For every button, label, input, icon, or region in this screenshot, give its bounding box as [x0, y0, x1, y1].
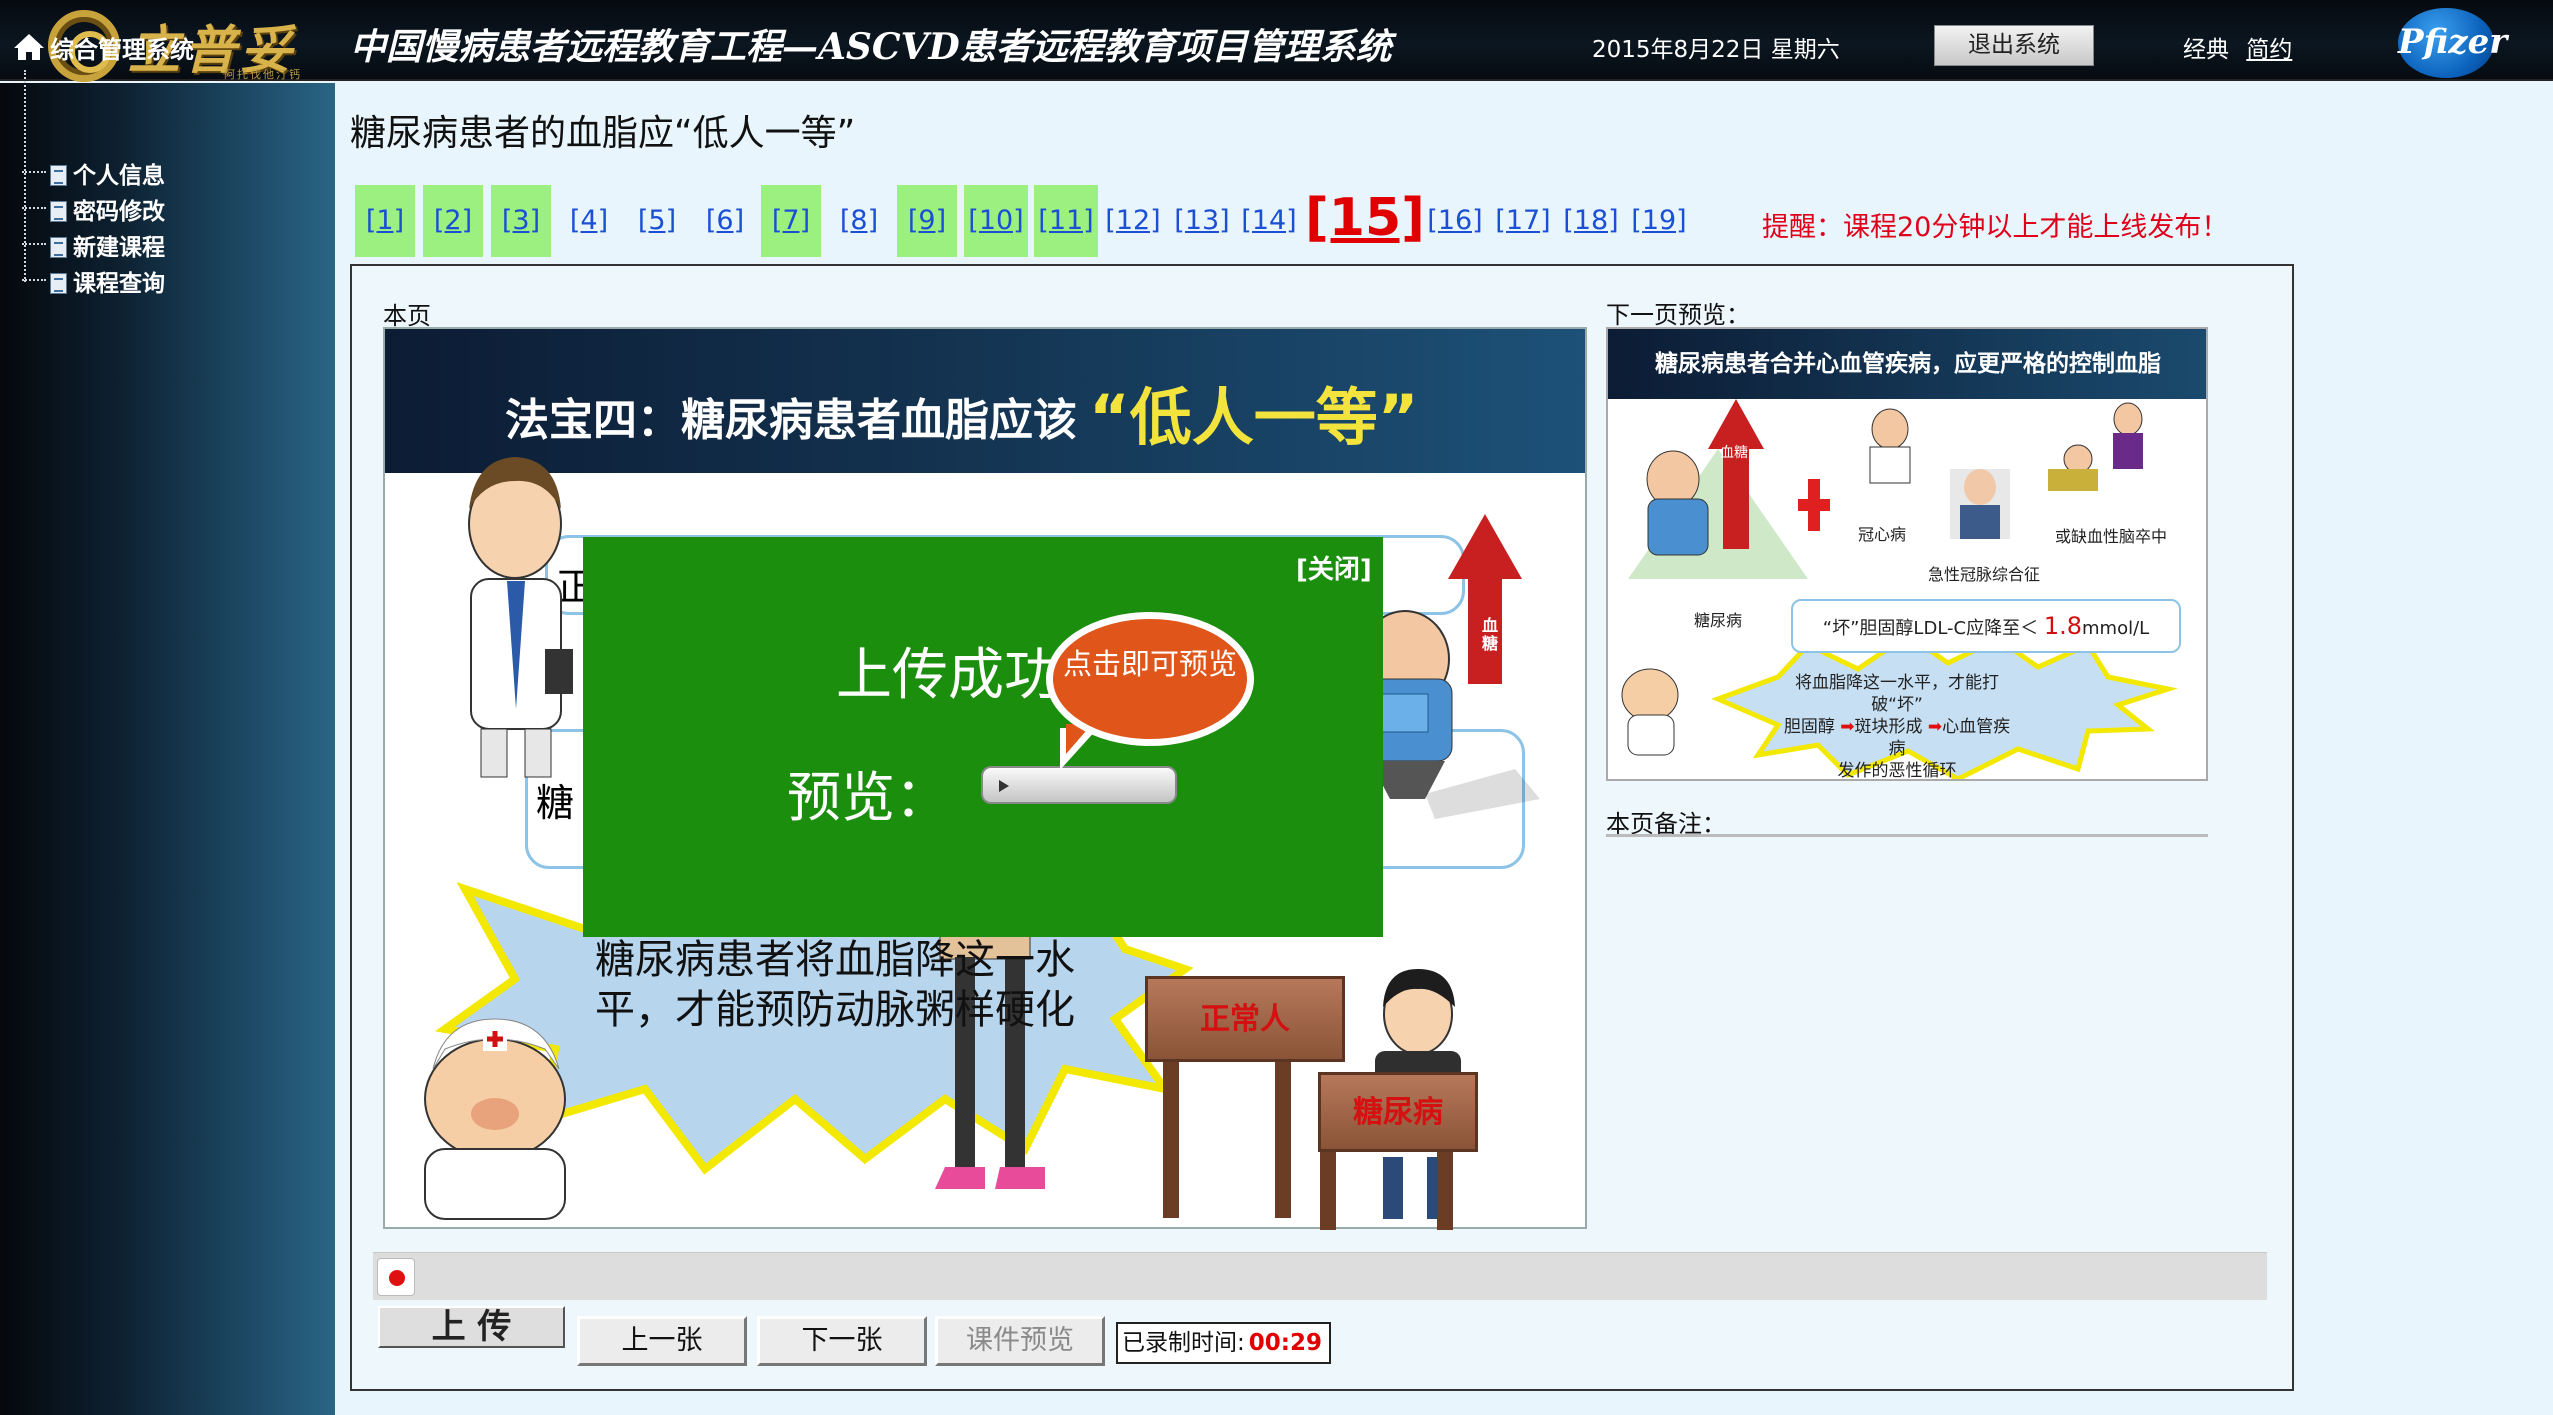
- sidebar-tree-line: [24, 70, 26, 282]
- slide-arrow-label: 血糖: [1482, 616, 1499, 653]
- podium-leg: [1163, 1038, 1179, 1218]
- record-indicator-icon[interactable]: [377, 1258, 415, 1296]
- sidebar-item-new-course[interactable]: 新建课程: [22, 228, 165, 262]
- logout-button[interactable]: 退出系统: [1934, 25, 2094, 66]
- next-star-line2: 胆固醇 ➡斑块形成 ➡心血管疾病: [1777, 716, 2017, 760]
- sidebar-item-label: 个人信息: [73, 163, 165, 189]
- page-link-4[interactable]: [4]: [559, 185, 619, 257]
- page-link-18[interactable]: [18]: [1559, 185, 1623, 257]
- next-page-label: 下一页预览：: [1606, 301, 1750, 329]
- nurse-figure: [424, 1018, 566, 1220]
- dialog-title: 上传成功: [836, 643, 1060, 708]
- slide-star-text: 糖尿病患者将血脂降这一水平，才能预防动脉粥样硬化: [595, 937, 1075, 1033]
- page-link-16[interactable]: [16]: [1423, 185, 1487, 257]
- document-icon: [50, 237, 67, 258]
- next-box-unit: mmol/L: [2082, 618, 2150, 639]
- page-link-7[interactable]: [7]: [761, 185, 821, 257]
- page-link-8[interactable]: [8]: [829, 185, 889, 257]
- dialog-preview-label: 预览：: [787, 766, 949, 829]
- page-link-13[interactable]: [13]: [1170, 185, 1234, 257]
- prev-slide-button[interactable]: 上一张: [577, 1316, 747, 1366]
- page-link-17[interactable]: [17]: [1491, 185, 1555, 257]
- page-link-2[interactable]: [2]: [423, 185, 483, 257]
- next-slide-button[interactable]: 下一张: [757, 1316, 927, 1366]
- top-header-bar: 立普妥 阿托伐他汀钙 中国慢病患者远程教育工程—ASCVD患者远程教育项目管理系…: [0, 0, 2553, 82]
- upload-button[interactable]: 上 传: [378, 1306, 565, 1348]
- home-icon: [14, 34, 44, 60]
- page-link-5[interactable]: [5]: [627, 185, 687, 257]
- theme-simple-link[interactable]: 简约: [2246, 37, 2292, 63]
- courseware-preview-button[interactable]: 课件预览: [935, 1316, 1105, 1366]
- page-link-15-current[interactable]: [15]: [1305, 185, 1425, 257]
- sidebar-item-course-query[interactable]: 课程查询: [22, 264, 165, 298]
- next-box-text: “坏”胆固醇LDL-C应降至＜: [1822, 618, 2039, 639]
- sign-normal-person: 正常人: [1145, 976, 1345, 1062]
- recorded-time: 已录制时间: 00:29: [1116, 1322, 1331, 1364]
- next-star-word-plaque: 斑块形成: [1854, 717, 1923, 737]
- podium-leg: [1275, 1038, 1291, 1218]
- page-link-3[interactable]: [3]: [491, 185, 551, 257]
- page-link-14[interactable]: [14]: [1237, 185, 1301, 257]
- page-link-12[interactable]: [12]: [1101, 185, 1165, 257]
- sidebar-item-password[interactable]: 密码修改: [22, 192, 165, 226]
- sidebar-root[interactable]: 综合管理系统: [12, 30, 194, 65]
- diabetic-patient-figure: [1359, 514, 1540, 819]
- podium-leg: [1320, 1150, 1336, 1230]
- recorded-time-label: 已录制时间:: [1122, 1330, 1245, 1356]
- system-title: 中国慢病患者远程教育工程—ASCVD患者远程教育项目管理系统: [350, 26, 1392, 68]
- theme-classic-link[interactable]: 经典: [2183, 37, 2229, 63]
- sidebar-item-label: 新建课程: [73, 235, 165, 261]
- recording-bar: [373, 1252, 2267, 1300]
- next-star-line3: 发作的恶性循环: [1837, 761, 1957, 781]
- hint-bubble: 点击即可预览: [1046, 612, 1254, 746]
- document-icon: [50, 201, 67, 222]
- page-link-6[interactable]: [6]: [695, 185, 755, 257]
- current-date: 2015年8月22日 星期六: [1592, 37, 1840, 63]
- sign-diabetes: 糖尿病: [1318, 1072, 1478, 1152]
- sidebar-root-label: 综合管理系统: [50, 36, 194, 64]
- upload-success-dialog: [583, 537, 1383, 937]
- next-slide-heading: 糖尿病患者合并心血管疾病，应更严格的控制血脂: [1608, 329, 2206, 399]
- arrow-right-icon: ➡: [1834, 717, 1855, 737]
- next-label-diabetes: 糖尿病: [1694, 611, 1743, 630]
- publish-reminder: 提醒：课程20分钟以上才能上线发布！: [1762, 212, 2229, 243]
- arrow-right-icon: ➡: [1922, 717, 1943, 737]
- page-link-9[interactable]: [9]: [897, 185, 957, 257]
- page-link-19[interactable]: [19]: [1627, 185, 1691, 257]
- next-star-line1: 将血脂降这一水平，才能打破“坏”: [1795, 673, 1999, 715]
- next-arrow-label: 血糖: [1720, 445, 1748, 461]
- sidebar-item-label: 密码修改: [73, 199, 165, 225]
- next-star-word-cholesterol: 胆固醇: [1783, 717, 1835, 737]
- dialog-close-button[interactable]: [关闭]: [1296, 549, 1372, 586]
- logo-tagline: 阿托伐他汀钙: [224, 68, 302, 81]
- next-box-value: 1.8: [2043, 612, 2083, 640]
- next-label-chd: 冠心病: [1858, 525, 1907, 544]
- next-star-text: 将血脂降这一水平，才能打破“坏” 胆固醇 ➡斑块形成 ➡心血管疾病 发作的恶性循…: [1777, 672, 2017, 782]
- page-link-11[interactable]: [11]: [1034, 185, 1098, 257]
- page-link-1[interactable]: [1]: [355, 185, 415, 257]
- next-ldl-target-box: “坏”胆固醇LDL-C应降至＜ 1.8mmol/L: [1791, 599, 2181, 653]
- sidebar-item-label: 课程查询: [73, 271, 165, 297]
- pfizer-logo: Pfizer: [2398, 8, 2507, 78]
- theme-switcher: 经典 简约: [2183, 30, 2302, 64]
- audio-preview-player[interactable]: [981, 766, 1177, 804]
- next-label-acs: 急性冠脉综合征: [1928, 565, 2041, 584]
- document-icon: [50, 165, 67, 186]
- document-icon: [50, 273, 67, 294]
- page-notes-divider: [1606, 834, 2208, 837]
- recorded-time-value: 00:29: [1248, 1330, 1322, 1356]
- next-label-stroke: 或缺血性脑卒中: [2055, 527, 2168, 546]
- sidebar-item-profile[interactable]: 个人信息: [22, 156, 165, 190]
- page-title: 糖尿病患者的血脂应“低人一等”: [350, 113, 856, 154]
- current-page-label: 本页: [383, 302, 431, 330]
- podium-leg: [1437, 1150, 1453, 1230]
- doctor-phone-figure: [468, 457, 573, 778]
- page-link-10[interactable]: [10]: [964, 185, 1028, 257]
